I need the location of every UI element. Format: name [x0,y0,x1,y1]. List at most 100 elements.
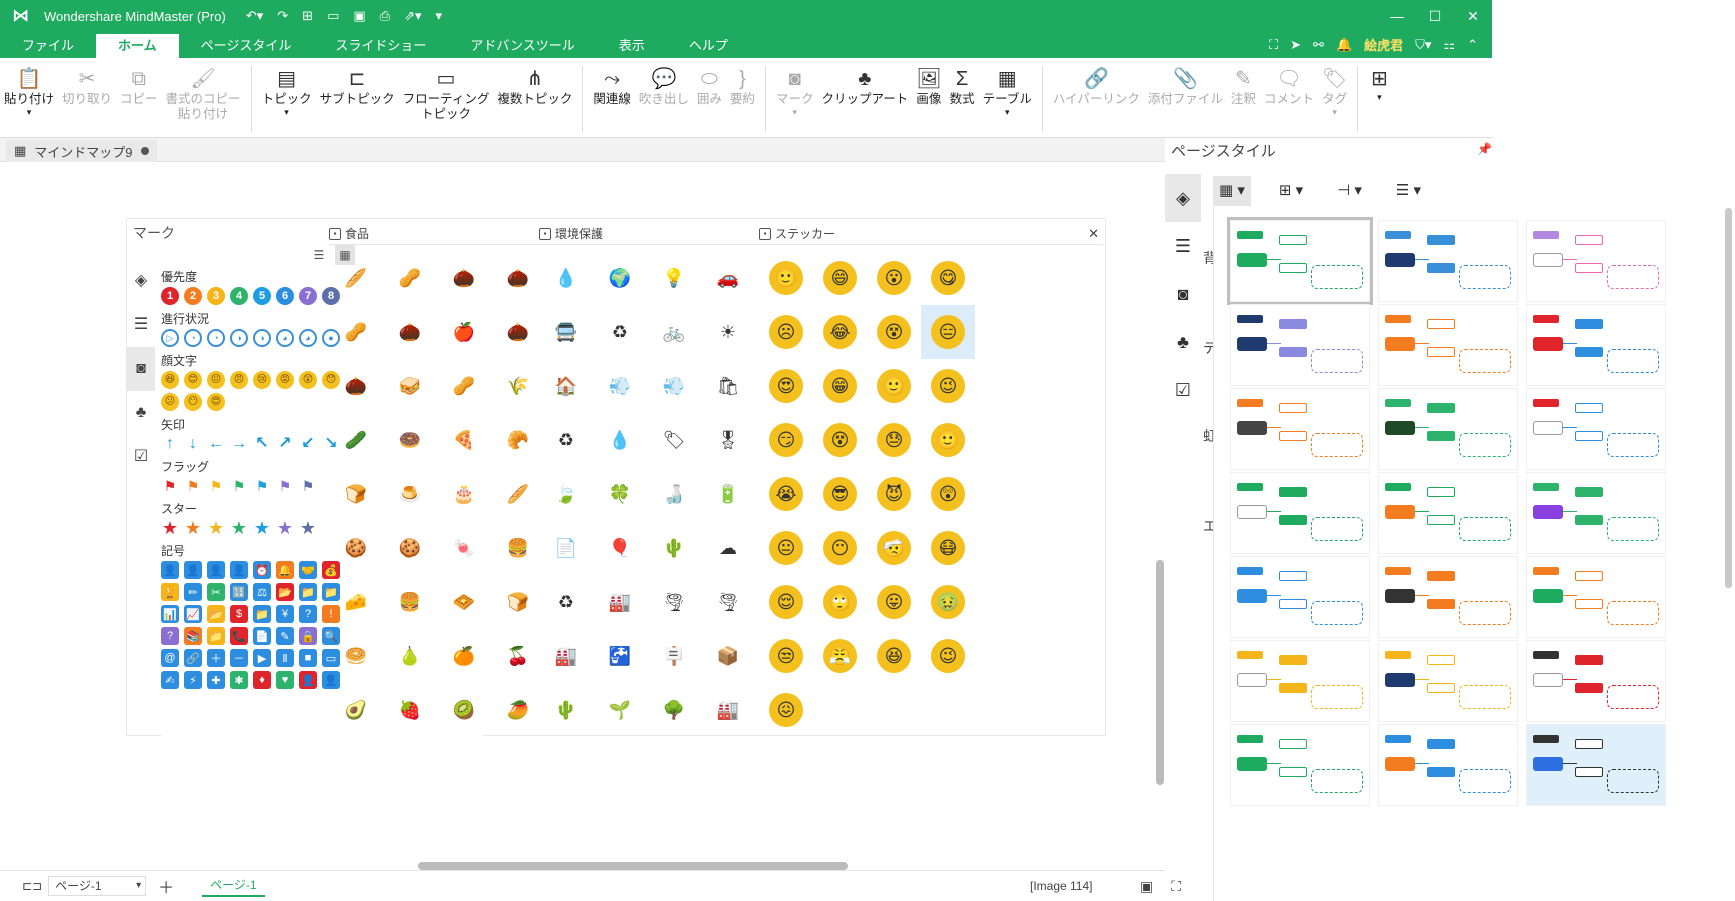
food-clipart-item[interactable]: 🍪 [383,521,437,575]
theme-thumbnail[interactable] [1230,304,1370,386]
stickers-clipart-item[interactable]: 😵 [813,413,867,467]
eco-clipart-item[interactable]: 📦 [701,629,755,683]
tab-advanced-tools[interactable]: アドバンスツール [448,34,596,58]
task-icon[interactable]: ☑ [1165,366,1201,414]
relationship-button[interactable]: ⤳ 関連線 [589,66,635,107]
floating-topic-button[interactable]: ▭ フローティング トピック [399,66,494,122]
comment-button[interactable]: 🗨 コメント [1260,66,1318,107]
food-clipart-item[interactable]: 🎂 [437,467,491,521]
new-icon[interactable]: ⊞ [302,8,313,24]
eco-clipart-item[interactable]: 🚲 [647,305,701,359]
symbol-icon[interactable]: ✏ [184,583,202,601]
fullscreen-icon[interactable]: ⛶ [1269,37,1278,53]
image-button[interactable]: 🖼 画像 [912,66,945,107]
progress-icon[interactable]: ◔ [184,329,202,347]
user-name[interactable]: 絵虎君 [1364,35,1403,54]
fit-page-icon[interactable]: ▣ [1140,878,1153,895]
symbol-icon[interactable]: 👤 [207,561,225,579]
tab-slideshow[interactable]: スライドショー [313,34,448,58]
eco-clipart-item[interactable]: ♻ [539,413,593,467]
symbol-icon[interactable]: ? [161,627,179,645]
stickers-clipart-item[interactable]: 😑 [921,305,975,359]
stickers-clipart-item[interactable]: 🤕 [867,521,921,575]
progress-icon[interactable]: ◑ [253,329,271,347]
canvas-vertical-scrollbar[interactable] [1156,560,1164,785]
emoticon-icon[interactable]: 😕 [161,393,179,411]
stickers-clipart-item[interactable]: 😒 [759,629,813,683]
arrow-icon[interactable]: → [230,435,248,453]
document-tab[interactable]: ▦ マインドマップ9 [6,140,157,162]
symbol-icon[interactable]: 📄 [253,627,271,645]
food-clipart-item[interactable]: 🍓 [383,683,437,737]
food-clipart-item[interactable]: 🥒 [329,413,383,467]
food-clipart-item[interactable]: 🥭 [491,683,545,737]
subtopic-button[interactable]: ⊏ サブトピック [316,66,399,107]
eco-clipart-item[interactable]: 🍀 [593,467,647,521]
task-icon[interactable]: ☑ [127,435,155,479]
food-clipart-item[interactable]: 🥖 [491,467,545,521]
tab-file[interactable]: ファイル [0,34,96,58]
flag-icon[interactable]: ⚑ [184,477,202,495]
stickers-clipart-item[interactable]: 😍 [759,359,813,413]
priority-6-icon[interactable]: 6 [276,287,294,305]
eco-clipart-item[interactable]: 🏠 [539,359,593,413]
theme-thumbnail[interactable] [1378,724,1518,806]
clipart-icon[interactable]: ♣ [127,391,155,435]
symbol-icon[interactable]: ⚖ [253,583,271,601]
food-clipart-item[interactable]: 🍞 [491,575,545,629]
symbol-icon[interactable]: @ [161,649,179,667]
theme-thumbnail[interactable] [1230,640,1370,722]
theme-thumbnail[interactable] [1378,304,1518,386]
symbol-icon[interactable]: Ⅱ [276,649,294,667]
eco-clipart-item[interactable]: 💧 [539,251,593,305]
theme-grid-icon[interactable]: ▦ ▾ [1213,176,1251,206]
theme-thumbnail[interactable] [1378,388,1518,470]
theme-thumbnail[interactable] [1526,304,1666,386]
cut-button[interactable]: ✂ 切り取り [58,66,116,107]
eco-clipart-item[interactable]: 🎖 [701,413,755,467]
mark-icon[interactable]: ◙ [127,347,155,391]
close-panel-icon[interactable]: ✕ [1088,223,1099,245]
symbol-icon[interactable]: 🏆 [161,583,179,601]
dropdown-arrow-icon[interactable]: ▾ [1332,107,1337,118]
flag-icon[interactable]: ⚑ [253,477,271,495]
theme-thumbnail[interactable] [1378,640,1518,722]
theme-thumbnail[interactable] [1526,220,1666,302]
stickers-clipart-item[interactable]: 😉 [921,359,975,413]
flag-icon[interactable]: ⚑ [299,477,317,495]
tab-home[interactable]: ホーム [96,34,179,58]
food-clipart-item[interactable]: 🍩 [383,413,437,467]
formula-button[interactable]: Σ 数式 [946,66,979,107]
stickers-clipart-item[interactable]: 🙂 [921,413,975,467]
clipart-icon[interactable]: ♣ [1165,318,1201,366]
dropdown-arrow-icon[interactable]: ▾ [284,107,289,118]
connector-icon[interactable]: ⊣ ▾ [1331,176,1368,206]
food-clipart-item[interactable]: 🥯 [329,629,383,683]
arrow-icon[interactable]: ↗ [276,435,294,453]
food-clipart-item[interactable]: 🌰 [329,359,383,413]
eco-clipart-item[interactable]: ☀ [701,305,755,359]
priority-4-icon[interactable]: 4 [230,287,248,305]
eco-clipart-item[interactable]: 🌳 [647,683,701,737]
callout-button[interactable]: 💬 吹き出し [635,66,693,107]
add-page-icon[interactable]: ＋ [158,874,174,898]
emoticon-icon[interactable]: 😍 [207,393,225,411]
symbol-icon[interactable]: ♥ [276,671,294,689]
list-view-icon[interactable]: ☰ [309,245,329,265]
symbol-icon[interactable]: ＋ [207,649,225,667]
stickers-clipart-item[interactable]: 😏 [759,413,813,467]
theme-thumbnail[interactable] [1526,472,1666,554]
symbol-icon[interactable]: ✚ [207,671,225,689]
symbol-icon[interactable]: 👤 [299,671,317,689]
eco-clipart-item[interactable]: 💨 [593,359,647,413]
theme-thumbnail[interactable] [1378,472,1518,554]
food-clipart-item[interactable]: 🥜 [383,251,437,305]
eco-clipart-item[interactable]: 🪧 [647,629,701,683]
priority-3-icon[interactable]: 3 [207,287,225,305]
stickers-clipart-item[interactable]: 😄 [813,251,867,305]
food-clipart-item[interactable]: 🍐 [383,629,437,683]
stickers-clipart-item[interactable]: 🙄 [813,575,867,629]
theme-thumbnail[interactable] [1526,388,1666,470]
food-clipart-item[interactable]: 🧇 [437,575,491,629]
symbol-icon[interactable]: 📚 [184,627,202,645]
